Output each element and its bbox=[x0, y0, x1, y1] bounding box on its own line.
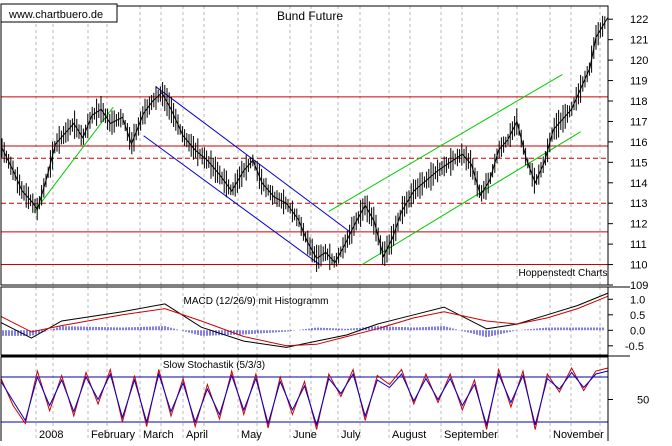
y-tick-label: 122 bbox=[630, 14, 648, 26]
trend-channel-line bbox=[328, 73, 563, 212]
y-tick-label: 119 bbox=[630, 76, 648, 88]
y-tick-label: 121 bbox=[630, 35, 648, 47]
y-tick-label: 118 bbox=[630, 96, 648, 108]
stochastic-tick-label: 50 bbox=[637, 395, 649, 407]
month-label: June bbox=[293, 429, 317, 441]
watermark-text: www.chartbuero.de bbox=[8, 9, 103, 21]
macd-tick-label: 1.0 bbox=[630, 294, 645, 306]
month-label: August bbox=[392, 429, 426, 441]
frame-layer bbox=[0, 5, 630, 445]
y-tick-label: 120 bbox=[630, 55, 648, 67]
source-label: Hoppenstedt Charts bbox=[519, 268, 608, 279]
grid-layer bbox=[35, 6, 601, 444]
macd-tick-label: 0.0 bbox=[630, 325, 645, 337]
y-tick-label: 113 bbox=[630, 198, 648, 210]
stochastic-title: Slow Stochastik (5/3/3) bbox=[163, 360, 265, 371]
stochastic-line bbox=[0, 370, 609, 427]
macd-title: MACD (12/26/9) mit Histogramm bbox=[183, 296, 328, 307]
y-tick-label: 117 bbox=[630, 116, 648, 128]
y-tick-label: 115 bbox=[630, 157, 648, 169]
y-tick-label: 109 bbox=[630, 280, 648, 292]
macd-tick-label: -0.5 bbox=[625, 341, 644, 353]
month-label: 2008 bbox=[39, 429, 63, 441]
y-tick-label: 112 bbox=[630, 219, 648, 231]
month-label: February bbox=[91, 429, 136, 441]
y-tick-label: 110 bbox=[630, 260, 648, 272]
main-chart-title: Bund Future bbox=[277, 9, 343, 23]
month-label: March bbox=[143, 429, 174, 441]
chart-svg: 109 110 111 112 113 114 115 116 117 118 119 120 121 1… bbox=[0, 3, 649, 445]
month-label: May bbox=[241, 429, 262, 441]
chart-root: 109 110 111 112 113 114 115 116 117 118 119 120 121 1… bbox=[0, 0, 672, 445]
month-label: July bbox=[341, 429, 361, 441]
y-tick-label: 114 bbox=[630, 178, 648, 190]
stochastic-layer bbox=[0, 366, 609, 430]
month-label: September bbox=[444, 429, 498, 441]
month-label: November bbox=[553, 429, 604, 441]
trend-channel-line bbox=[143, 135, 320, 265]
y-tick-label: 116 bbox=[630, 137, 648, 149]
macd-tick-label: 0.5 bbox=[630, 310, 645, 322]
month-label: April bbox=[186, 429, 208, 441]
y-tick-label: 111 bbox=[630, 239, 647, 251]
